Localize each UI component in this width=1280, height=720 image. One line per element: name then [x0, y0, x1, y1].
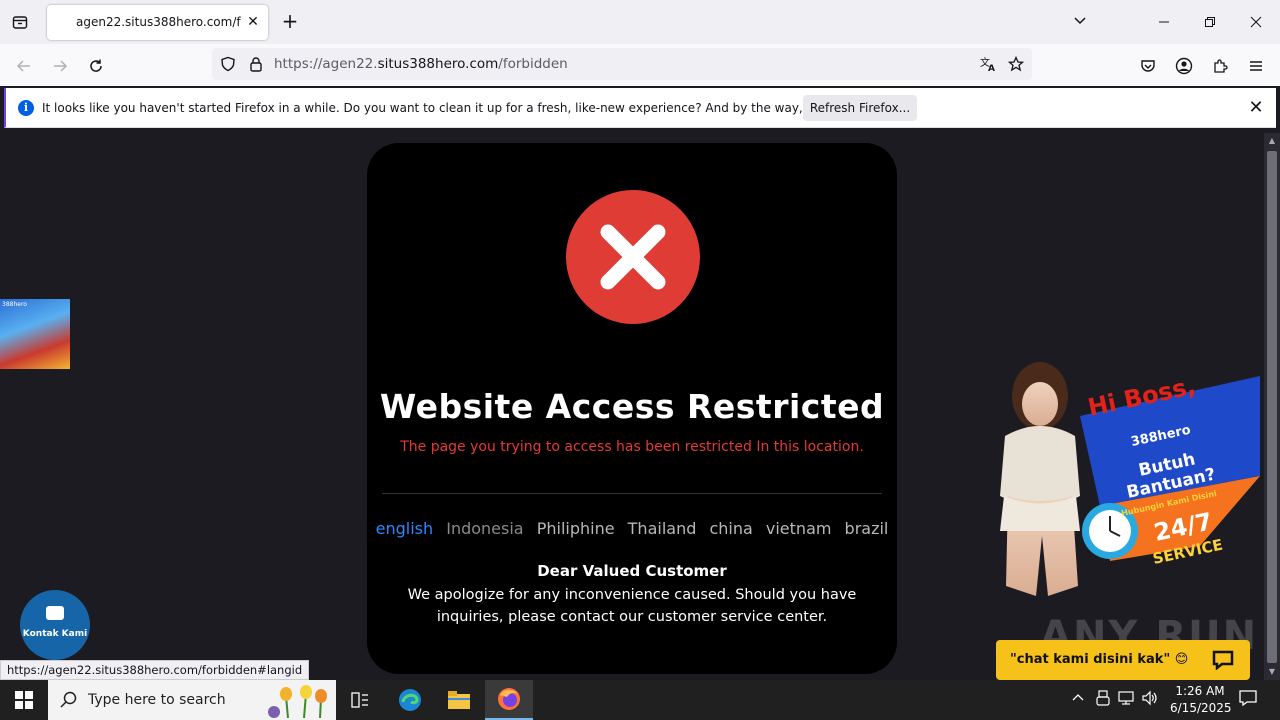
taskbar: Type here to search 1:26 AM 6/15/2025	[0, 680, 1280, 720]
notification-bar: i It looks like you haven't started Fire…	[4, 88, 1276, 128]
lang-indonesia[interactable]: Indonesia	[446, 519, 523, 538]
tab-title: agen22.situs388hero.com/forbidden	[76, 15, 241, 29]
notifications-icon[interactable]	[1238, 690, 1258, 710]
address-bar[interactable]: https://agen22.situs388hero.com/forbidde…	[212, 48, 1032, 80]
tab-bar: agen22.situs388hero.com/forbidden ✕ +	[0, 0, 1280, 44]
url-text[interactable]: https://agen22.situs388hero.com/forbidde…	[274, 56, 568, 72]
notification-text: It looks like you haven't started Firefo…	[42, 101, 898, 115]
chat-icon	[46, 606, 64, 620]
tab-list-icon[interactable]	[8, 10, 32, 34]
edge-icon[interactable]	[386, 680, 434, 720]
language-selector: english Indonesia Philiphine Thailand ch…	[367, 519, 897, 538]
support-promo-banner[interactable]: Hi Boss, 388hero Butuh Bantuan? Hubungin…	[960, 356, 1264, 616]
apology-text: We apologize for any inconvenience cause…	[407, 587, 857, 625]
chat-bubble-icon	[1212, 650, 1234, 670]
restriction-message: The page you trying to access has been r…	[400, 439, 864, 455]
status-link: https://agen22.situs388hero.com/forbidde…	[0, 660, 310, 680]
active-tab[interactable]: agen22.situs388hero.com/forbidden ✕	[47, 5, 268, 40]
lang-china[interactable]: china	[709, 519, 752, 538]
lock-icon[interactable]	[246, 54, 266, 74]
tulips-icon	[268, 685, 327, 718]
windows-icon	[15, 691, 33, 709]
info-icon: i	[18, 100, 34, 116]
shield-icon[interactable]	[218, 54, 238, 74]
url-prefix: https://agen22.	[274, 56, 378, 72]
back-icon[interactable]	[10, 52, 38, 80]
url-path: /forbidden	[498, 56, 568, 72]
lang-thailand[interactable]: Thailand	[628, 519, 697, 538]
scroll-up-icon[interactable]: ▲	[1267, 136, 1277, 146]
close-notification-icon[interactable]: ✕	[1246, 98, 1266, 118]
left-promo-logo: 388hero	[2, 301, 27, 308]
close-window-icon[interactable]	[1233, 0, 1279, 44]
new-tab-icon[interactable]: +	[280, 11, 300, 31]
tab-close-icon[interactable]: ✕	[244, 13, 262, 31]
search-icon	[60, 691, 77, 708]
taskbar-search[interactable]: Type here to search	[48, 680, 336, 720]
lang-vietnam[interactable]: vietnam	[766, 519, 832, 538]
greeting: Dear Valued Customer	[537, 562, 727, 580]
minimize-icon[interactable]	[1141, 0, 1187, 44]
divider	[382, 493, 882, 494]
firefox-icon[interactable]	[485, 680, 533, 720]
url-domain: situs388hero.com	[377, 56, 499, 72]
reload-icon[interactable]	[82, 52, 110, 80]
lang-english[interactable]: english	[376, 519, 434, 538]
chat-bar[interactable]: "chat kami disini kak" 😊	[996, 640, 1250, 680]
tray-chevron-up-icon[interactable]	[1068, 690, 1088, 710]
kontak-kami-button[interactable]: Kontak Kami	[20, 590, 90, 660]
kontak-kami-label: Kontak Kami	[22, 629, 88, 639]
page-title: Website Access Restricted	[379, 387, 885, 426]
left-promo-banner[interactable]: 388hero	[0, 299, 70, 369]
file-explorer-icon[interactable]	[435, 680, 483, 720]
restore-icon[interactable]	[1187, 0, 1233, 44]
extensions-icon[interactable]	[1206, 52, 1234, 80]
lang-philiphine[interactable]: Philiphine	[537, 519, 615, 538]
clock-time: 1:26 AM	[1175, 684, 1225, 698]
pocket-icon[interactable]	[1134, 52, 1162, 80]
network-icon[interactable]	[1116, 690, 1136, 710]
start-button[interactable]	[0, 680, 48, 720]
nav-bar: https://agen22.situs388hero.com/forbidde…	[0, 44, 1280, 86]
vertical-scrollbar[interactable]: ▲ ▼	[1264, 133, 1280, 680]
task-view-icon[interactable]	[336, 680, 384, 720]
volume-icon[interactable]	[1140, 690, 1160, 710]
account-icon[interactable]	[1170, 52, 1198, 80]
clock-date: 6/15/2025	[1170, 701, 1232, 715]
search-placeholder: Type here to search	[88, 692, 226, 708]
translate-icon[interactable]: 文A	[978, 54, 998, 74]
error-x-icon	[566, 190, 700, 324]
page-content: 388hero Website Access Restricted The pa…	[0, 133, 1264, 680]
scroll-thumb[interactable]	[1267, 151, 1277, 663]
chevron-down-icon[interactable]	[1072, 12, 1092, 32]
scroll-down-icon[interactable]: ▼	[1267, 667, 1277, 677]
bookmark-star-icon[interactable]	[1006, 54, 1026, 74]
restriction-card: Website Access Restricted The page you t…	[367, 143, 897, 674]
menu-icon[interactable]	[1242, 52, 1270, 80]
refresh-firefox-button[interactable]: Refresh Firefox...	[803, 95, 917, 121]
svg-text:A: A	[988, 64, 995, 73]
forward-icon[interactable]	[46, 52, 74, 80]
lang-brazil[interactable]: brazil	[845, 519, 889, 538]
usb-icon[interactable]	[1093, 690, 1113, 710]
chat-bar-text: "chat kami disini kak" 😊	[1010, 652, 1189, 667]
system-clock[interactable]: 1:26 AM 6/15/2025	[1170, 683, 1232, 717]
